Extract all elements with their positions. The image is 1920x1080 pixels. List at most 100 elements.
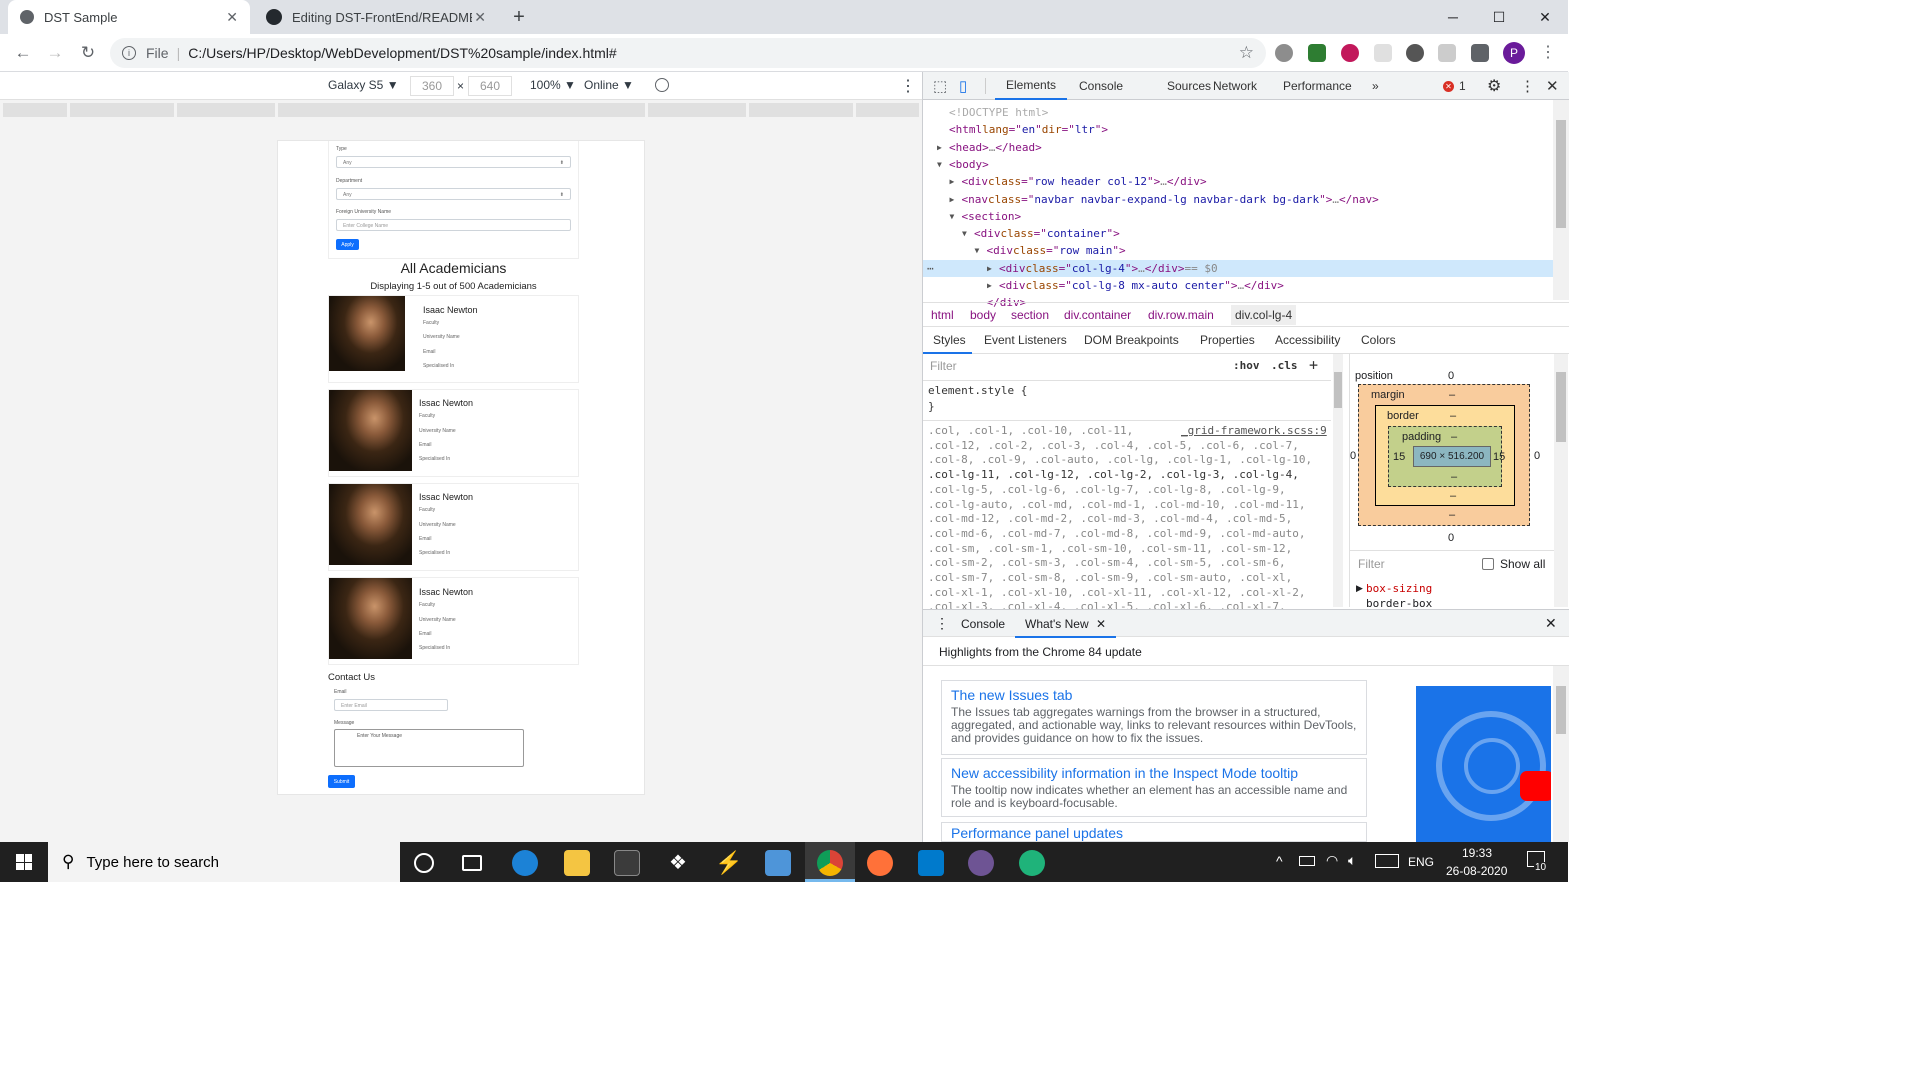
reload-icon[interactable]: ↻ — [77, 42, 99, 64]
new-tab-button[interactable]: + — [506, 0, 532, 34]
subtab-accessibility[interactable]: Accessibility — [1275, 333, 1340, 347]
css-selector-line[interactable]: .col-xl-1, .col-xl-10, .col-xl-11, .col-… — [928, 586, 1312, 601]
tab-performance[interactable]: Performance — [1283, 72, 1352, 100]
css-selector-line[interactable]: .col-12, .col-2, .col-3, .col-4, .col-5,… — [928, 439, 1312, 454]
extension-icon[interactable] — [1308, 44, 1326, 62]
battery-icon[interactable] — [1299, 856, 1315, 866]
contact-message-textarea[interactable]: Enter Your Message — [334, 729, 524, 767]
department-select[interactable]: Any ⬍ — [336, 188, 571, 200]
dom-node-line[interactable]: ▼ <div class =" container "> — [923, 225, 1553, 242]
breadcrumb-item[interactable]: section — [1011, 308, 1049, 322]
college-name-input[interactable]: Enter College Name — [336, 219, 571, 231]
volume-icon[interactable]: 🔈︎ — [1348, 852, 1356, 869]
github-desktop-icon[interactable] — [968, 850, 994, 876]
tab-network[interactable]: Network — [1213, 72, 1257, 100]
tab-dst-sample[interactable]: DST Sample ✕ — [8, 0, 250, 34]
width-input[interactable]: 360 — [410, 76, 454, 96]
padding-box[interactable]: padding – 15 690 × 516.200 15 – — [1388, 426, 1505, 487]
whats-new-card[interactable]: New accessibility information in the Ins… — [941, 758, 1367, 817]
dom-node-line[interactable]: ▼ <body> — [923, 156, 1553, 173]
show-all-checkbox[interactable] — [1482, 558, 1494, 570]
network-select[interactable]: Online ▼ — [584, 78, 634, 92]
device-toggle-icon[interactable]: ▯ — [959, 72, 967, 100]
close-window-button[interactable]: ✕ — [1522, 0, 1568, 34]
close-drawer-icon[interactable]: ✕ — [1545, 615, 1557, 632]
dom-node-line[interactable]: ▼ <div class =" row main "> — [923, 242, 1553, 259]
dom-node-line[interactable]: ▶ <div class =" col-lg-8 mx-auto center ">… <… — [923, 277, 1553, 294]
expand-arrow-icon[interactable]: ▶ — [987, 281, 999, 290]
windows-start-icon[interactable] — [0, 842, 48, 882]
vs-icon[interactable]: ⚡ — [715, 850, 742, 876]
card-title-link[interactable]: Performance panel updates — [951, 825, 1357, 841]
computed-filter-input[interactable]: Filter — [1358, 557, 1385, 571]
zoom-select[interactable]: 100% ▼ — [530, 78, 576, 92]
expand-arrow-icon[interactable]: ▼ — [962, 229, 974, 238]
more-tabs-button[interactable]: » — [1372, 72, 1379, 100]
menu-dots-icon[interactable]: ⋮ — [1540, 42, 1556, 62]
profile-avatar[interactable]: P — [1503, 42, 1525, 64]
expand-arrow-icon[interactable]: ▼ — [937, 160, 949, 169]
omnibox[interactable]: i File | C:/Users/HP/Desktop/WebDevelopm… — [110, 38, 1266, 68]
store-icon[interactable] — [614, 850, 640, 876]
content-box[interactable]: 690 × 516.200 — [1413, 446, 1491, 467]
subtab-colors[interactable]: Colors — [1361, 333, 1396, 347]
css-selector-line[interactable]: .col-sm-2, .col-sm-3, .col-sm-4, .col-sm… — [928, 556, 1312, 571]
subtab-properties[interactable]: Properties — [1200, 333, 1255, 347]
close-tab-icon[interactable]: ✕ — [474, 9, 486, 26]
mail-icon[interactable] — [765, 850, 791, 876]
close-tab-icon[interactable]: ✕ — [226, 9, 238, 26]
breadcrumb-item[interactable]: div.container — [1064, 308, 1131, 322]
card-title-link[interactable]: New accessibility information in the Ins… — [951, 765, 1357, 781]
wifi-icon[interactable]: ◠ — [1326, 852, 1338, 869]
css-selector-line[interactable]: .col-sm-7, .col-sm-8, .col-sm-9, .col-sm… — [928, 571, 1312, 586]
clock-date[interactable]: 26-08-2020 — [1446, 864, 1507, 878]
extension-icon[interactable] — [1406, 44, 1424, 62]
margin-box[interactable]: margin – border – padding – 15 690 × 516… — [1358, 384, 1530, 526]
drawer-tab-console[interactable]: Console — [961, 617, 1005, 631]
contact-email-input[interactable]: Enter Email — [334, 699, 448, 711]
css-selector-line[interactable]: .col-lg-11, .col-lg-12, .col-lg-2, .col-… — [928, 468, 1312, 483]
type-select[interactable]: Any ⬍ — [336, 156, 571, 168]
drawer-menu-icon[interactable]: ⋮ — [935, 615, 949, 632]
dom-node-line[interactable]: ▶ <nav class =" navbar navbar-expand-lg nav… — [923, 191, 1553, 208]
computed-property[interactable]: box-sizing — [1366, 582, 1432, 595]
tab-sources[interactable]: Sources — [1167, 72, 1211, 100]
styles-scrollbar[interactable] — [1333, 354, 1343, 607]
dom-node-line[interactable]: ⋯ ▶ <div class =" col-lg-4 ">… </div> == $0 — [923, 259, 1553, 277]
whats-new-scrollbar[interactable] — [1553, 666, 1569, 842]
element-style-rule[interactable]: element.style { — [928, 384, 1027, 397]
taskbar-search[interactable]: ⚲ Type here to search — [48, 842, 400, 882]
academician-card[interactable]: Isaac Newton Faculty University Name Ema… — [328, 295, 579, 383]
chrome-taskbar-item[interactable] — [805, 842, 855, 882]
css-selector-line[interactable]: .col-lg-5, .col-lg-6, .col-lg-7, .col-lg… — [928, 483, 1312, 498]
error-counter[interactable]: ✕ 1 — [1443, 72, 1466, 100]
dom-node-line[interactable]: ▶ <head>… </head> — [923, 139, 1553, 156]
inspect-element-icon[interactable]: ⬚ — [933, 72, 947, 100]
tab-elements[interactable]: Elements — [995, 72, 1068, 100]
url-text[interactable]: C:/Users/HP/Desktop/WebDevelopment/DST%2… — [188, 45, 616, 61]
devtools-menu-icon[interactable]: ⋮ — [1520, 72, 1535, 100]
file-explorer-icon[interactable] — [564, 850, 590, 876]
chevron-up-icon[interactable]: ^ — [1276, 853, 1283, 869]
academician-card[interactable]: Issac Newton Faculty University Name Ema… — [328, 483, 579, 571]
settings-gear-icon[interactable]: ⚙ — [1487, 72, 1501, 100]
submit-button[interactable]: Submit — [328, 775, 355, 788]
info-icon[interactable]: i — [122, 46, 136, 60]
extension-icon[interactable] — [1374, 44, 1392, 62]
new-rule-icon[interactable]: + — [1309, 356, 1318, 374]
computed-scrollbar[interactable] — [1554, 354, 1568, 607]
expand-arrow-icon[interactable]: ▶ — [937, 143, 949, 152]
node-actions-icon[interactable]: ⋯ — [927, 262, 934, 275]
media-query-ruler[interactable] — [0, 100, 922, 120]
youtube-play-icon[interactable] — [1520, 771, 1551, 801]
subtab-styles[interactable]: Styles — [933, 333, 966, 347]
academician-card[interactable]: Issac Newton Faculty University Name Ema… — [328, 389, 579, 477]
cls-toggle[interactable]: .cls — [1271, 359, 1298, 372]
keyboard-icon[interactable] — [1375, 854, 1399, 868]
dom-node-line[interactable]: <html lang =" en " dir =" ltr "> — [923, 121, 1553, 138]
puzzle-extensions-icon[interactable] — [1471, 44, 1489, 62]
breadcrumb-item[interactable]: div.row.main — [1148, 308, 1214, 322]
extension-icon[interactable] — [1438, 44, 1456, 62]
subtab-dom-breakpoints[interactable]: DOM Breakpoints — [1084, 333, 1179, 347]
close-tab-icon[interactable]: ✕ — [1096, 617, 1106, 631]
